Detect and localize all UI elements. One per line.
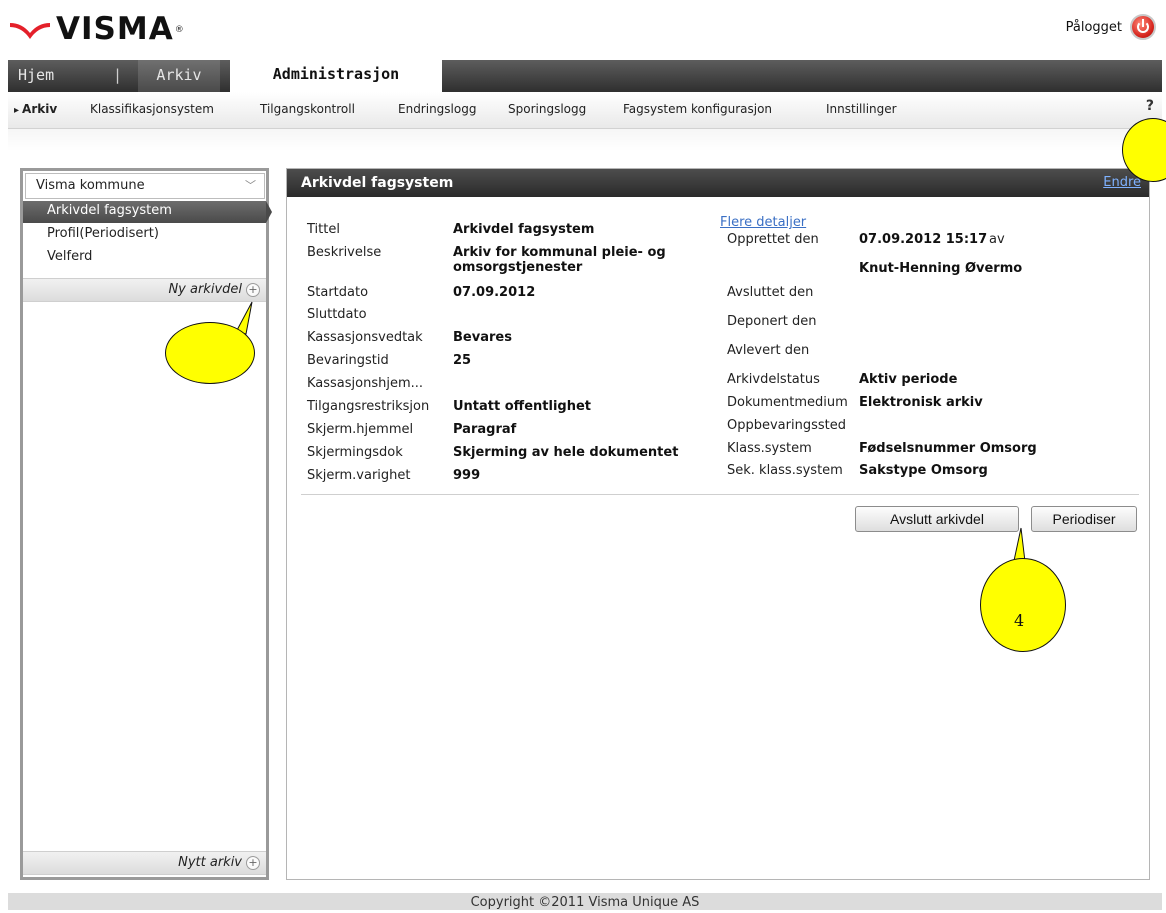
archive-tree-panel: Visma kommune ﹀ Arkivdel fagsystem Profi…	[20, 168, 272, 880]
callout-new-part-bubble	[165, 322, 255, 384]
brand-name: VISMA	[56, 11, 174, 47]
field-value-klass-system: Fødselsnummer Omsorg	[859, 441, 1037, 456]
new-archive-part-label: Ny arkivdel	[168, 282, 242, 297]
field-value-opprettet-den: 07.09.2012 15:17	[859, 232, 988, 247]
tree-item-arkivdel-fagsystem[interactable]: Arkivdel fagsystem	[23, 201, 272, 223]
field-value-kassasjonsvedtak: Bevares	[453, 330, 512, 345]
field-value-bevaringstid: 25	[453, 353, 472, 368]
help-icon[interactable]: ?	[1146, 98, 1154, 114]
copyright-footer: Copyright ©2011 Visma Unique AS	[8, 893, 1162, 910]
field-label-tilgangsrestriksjon: Tilgangsrestriksjon	[307, 399, 430, 414]
panel-title: Arkivdel fagsystem	[301, 175, 454, 191]
field-label-klass-system: Klass.system	[727, 441, 812, 456]
field-label-kassasjonsvedtak: Kassasjonsvedtak	[307, 330, 423, 345]
chevron-down-icon: ﹀	[245, 179, 256, 192]
field-value-skjerm-varighet: 999	[453, 468, 481, 483]
field-label-opprettet-den: Opprettet den	[727, 232, 819, 247]
callout-buttons-bubble: 4	[980, 558, 1066, 652]
field-value-dokumentmedium: Elektronisk arkiv	[859, 395, 983, 410]
panel-header: Arkivdel fagsystem Endre	[287, 169, 1149, 197]
tree-item-velferd[interactable]: Velferd	[23, 247, 266, 269]
tree-item-label: Profil(Periodisert)	[47, 226, 159, 241]
field-label-deponert-den: Deponert den	[727, 314, 817, 329]
subnav-arkiv[interactable]: Arkiv	[14, 102, 57, 116]
field-label-sek-klass-system: Sek. klass.system	[727, 463, 843, 478]
subnav-innstillinger[interactable]: Innstillinger	[826, 102, 897, 116]
visma-logo: VISMA ®	[8, 14, 184, 45]
field-value-sek-klass-system: Sakstype Omsorg	[859, 463, 988, 478]
field-value-skjermingsdok: Skjerming av hele dokumentet	[453, 445, 679, 460]
field-label-kassasjonshjemmel: Kassasjonshjem...	[307, 376, 424, 391]
toolbar-strip	[8, 129, 1162, 151]
divider	[301, 494, 1139, 495]
tree-item-profil-periodisert[interactable]: Profil(Periodisert)	[23, 224, 266, 246]
field-label-sluttdato: Sluttdato	[307, 307, 367, 322]
power-icon[interactable]	[1130, 14, 1156, 40]
field-label-skjermingsdok: Skjermingsdok	[307, 445, 403, 460]
new-archive-label: Nytt arkiv	[178, 855, 242, 870]
field-label-arkivdelstatus: Arkivdelstatus	[727, 372, 820, 387]
field-value-startdato: 07.09.2012	[453, 285, 536, 300]
field-label-startdato: Startdato	[307, 285, 369, 300]
field-value-tittel: Arkivdel fagsystem	[453, 222, 595, 237]
field-value-beskrivelse: Arkiv for kommunal pleie- og	[453, 245, 666, 260]
subnav-fagsystem-konfigurasjon[interactable]: Fagsystem konfigurasjon	[623, 102, 772, 116]
brand-reg-mark: ®	[174, 24, 184, 35]
field-label-oppbevaringssted: Oppbevaringssted	[727, 418, 846, 433]
municipality-select-value: Visma kommune	[36, 178, 145, 193]
periodize-button[interactable]: Periodiser	[1031, 506, 1137, 532]
visma-swoosh-icon	[10, 22, 50, 39]
tab-administrasjon[interactable]: Administrasjon	[230, 58, 442, 92]
field-suffix-av: av	[989, 232, 1005, 247]
tree-item-label: Velferd	[47, 249, 93, 264]
sub-navigation: Arkiv Klassifikasjonsystem Tilgangskontr…	[8, 92, 1162, 129]
subnav-sporingslogg[interactable]: Sporingslogg	[508, 102, 586, 116]
field-label-skjerm-hjemmel: Skjerm.hjemmel	[307, 422, 414, 437]
field-label-avlevert-den: Avlevert den	[727, 343, 810, 358]
plus-icon: +	[246, 282, 260, 297]
callout-number: 4	[1014, 611, 1025, 630]
more-details-link[interactable]: Flere detaljer	[720, 215, 806, 230]
subnav-tilgangskontroll[interactable]: Tilgangskontroll	[260, 102, 355, 116]
field-label-beskrivelse: Beskrivelse	[307, 245, 382, 260]
field-label-avsluttet-den: Avsluttet den	[727, 285, 814, 300]
field-label-skjerm-varighet: Skjerm.varighet	[307, 468, 411, 483]
subnav-endringslogg[interactable]: Endringslogg	[398, 102, 476, 116]
tab-hjem[interactable]: Hjem	[18, 60, 54, 92]
tab-arkiv[interactable]: Arkiv	[138, 60, 220, 92]
field-value-opprettet-av: Knut-Henning Øvermo	[859, 261, 1023, 276]
new-archive-part-button[interactable]: Ny arkivdel +	[23, 278, 266, 302]
field-label-bevaringstid: Bevaringstid	[307, 353, 389, 368]
field-label-dokumentmedium: Dokumentmedium	[727, 395, 848, 410]
tree-item-label: Arkivdel fagsystem	[47, 203, 172, 218]
plus-icon: +	[246, 855, 260, 870]
close-archive-part-button[interactable]: Avslutt arkivdel	[855, 506, 1019, 532]
subnav-klassifikasjonsystem[interactable]: Klassifikasjonsystem	[90, 102, 214, 116]
field-label-tittel: Tittel	[307, 222, 340, 237]
login-status: Pålogget	[1066, 14, 1156, 40]
field-value-arkivdelstatus: Aktiv periode	[859, 372, 958, 387]
field-value-skjerm-hjemmel: Paragraf	[453, 422, 517, 437]
field-value-tilgangsrestriksjon: Untatt offentlighet	[453, 399, 592, 414]
new-archive-button[interactable]: Nytt arkiv +	[23, 851, 266, 875]
municipality-select[interactable]: Visma kommune ﹀	[25, 173, 265, 199]
field-value-beskrivelse-line2: omsorgstjenester	[453, 260, 583, 275]
main-tabbar: Hjem | Arkiv Administrasjon	[8, 58, 1162, 92]
tab-separator: |	[113, 66, 123, 84]
login-label: Pålogget	[1065, 19, 1122, 35]
